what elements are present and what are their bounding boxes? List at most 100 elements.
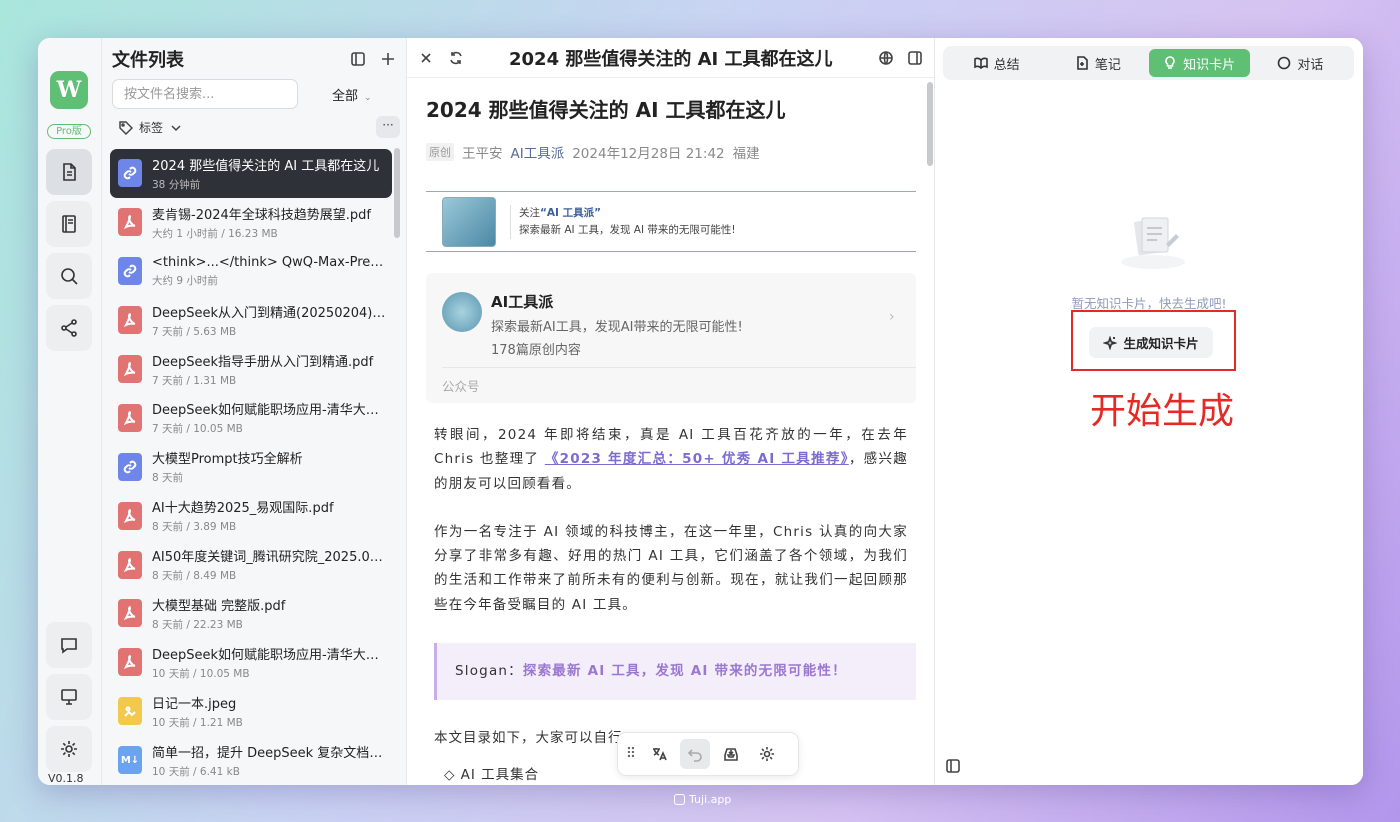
account-card[interactable]: AI工具派 探索最新AI工具，发现AI带来的无限可能性! 178篇原创内容 › … — [426, 273, 916, 403]
file-meta: 7 天前 / 5.63 MB — [152, 325, 237, 338]
file-name: DeepSeek如何赋能职场应用-清华大学.pdf — [152, 647, 387, 663]
filter-dropdown[interactable]: 全部 ⌄ — [332, 85, 372, 104]
file-item[interactable]: <think>...</think> QwQ-Max-Preview | Q..… — [110, 247, 392, 296]
document-scrollbar[interactable] — [927, 82, 933, 166]
file-item[interactable]: 大模型Prompt技巧全解析 8 天前 — [110, 442, 392, 491]
add-file-button[interactable] — [376, 47, 400, 71]
original-tag: 原创 — [426, 143, 454, 161]
file-info: 日记一本.jpeg 10 天前 / 1.21 MB — [152, 693, 387, 730]
file-item[interactable]: AI50年度关键词_腾讯研究院_2025.01.pdf 8 天前 / 8.49 M… — [110, 540, 392, 589]
app-window: W Pro版 V0.1.8 文件列表 按文件名搜索... 全部 ⌄ 标签 ···… — [38, 38, 1363, 785]
pdf-icon — [118, 550, 142, 579]
refresh-button[interactable] — [444, 46, 468, 70]
file-meta: 8 天前 — [152, 472, 184, 485]
floating-toolbar: ⠿ — [617, 732, 799, 776]
chat-icon — [1278, 56, 1291, 70]
file-meta: 38 分钟前 — [152, 178, 201, 191]
article: 2024 那些值得关注的 AI 工具都在这儿 原创 王平安 AI工具派 2024… — [426, 94, 916, 783]
inbox-download-icon — [724, 748, 738, 761]
file-info: AI十大趋势2025_易观国际.pdf 8 天前 / 3.89 MB — [152, 497, 387, 534]
file-name: AI50年度关键词_腾讯研究院_2025.01.pdf — [152, 550, 387, 566]
pdf-icon — [118, 355, 142, 383]
article-title: 2024 那些值得关注的 AI 工具都在这儿 — [426, 98, 786, 122]
banner-name: “AI 工具派” — [540, 206, 601, 219]
rail-monitor-button[interactable] — [46, 674, 92, 720]
rail-chat-button[interactable] — [46, 622, 92, 668]
collapse-panel-button[interactable] — [945, 758, 961, 774]
tags-filter[interactable]: 标签 — [119, 119, 183, 136]
file-list: 2024 那些值得关注的 AI 工具都在这儿 38 分钟前 麦肯锡-2024年全球科… — [110, 149, 392, 785]
drag-handle-icon[interactable]: ⠿ — [624, 746, 638, 762]
rail-share-button[interactable] — [46, 305, 92, 351]
file-item[interactable]: 2024 那些值得关注的 AI 工具都在这儿 38 分钟前 — [110, 149, 392, 198]
file-item[interactable]: M↓ 简单一招，提升 DeepSeek 复杂文档处理能力.md 10 天前 / 6.… — [110, 736, 392, 785]
tab-chat[interactable]: 对话 — [1250, 49, 1351, 77]
file-info: DeepSeek如何赋能职场应用-清华大学.pdf 10 天前 / 10.05 M… — [152, 644, 387, 681]
tab-knowledge-cards-label: 知识卡片 — [1183, 57, 1236, 73]
account-link[interactable]: AI工具派 — [511, 142, 565, 162]
file-item[interactable]: AI十大趋势2025_易观国际.pdf 8 天前 / 3.89 MB — [110, 491, 392, 540]
tab-summary[interactable]: 总结 — [946, 49, 1047, 77]
rail-library-button[interactable] — [46, 201, 92, 247]
open-in-browser-button[interactable] — [874, 46, 898, 70]
banner-slogan: 探索最新 AI 工具，发现 AI 带来的无限可能性! — [519, 223, 736, 236]
toolbar-settings-button[interactable] — [752, 739, 782, 769]
close-document-button[interactable] — [414, 46, 438, 70]
pdf-icon — [118, 306, 142, 335]
file-info: 简单一招，提升 DeepSeek 复杂文档处理能力.md 10 天前 / 6.41… — [152, 742, 387, 779]
tab-notes[interactable]: 笔记 — [1047, 49, 1148, 77]
file-info: DeepSeek如何赋能职场应用-清华大学.pdf 7 天前 / 10.05 MB — [152, 399, 387, 436]
toggle-sidebar-button[interactable] — [346, 47, 370, 71]
document-toolbar: 2024 那些值得关注的 AI 工具都在这儿 — [407, 38, 934, 78]
tab-knowledge-cards[interactable]: 知识卡片 — [1148, 49, 1250, 77]
file-name: 简单一招，提升 DeepSeek 复杂文档处理能力.md — [152, 745, 387, 761]
file-list-panel: 文件列表 全部 ⌄ 标签 ··· 2024 那些值得关注的 AI 工具都在这儿 38… — [102, 38, 407, 785]
file-name: 麦肯锡-2024年全球科技趋势展望.pdf — [152, 207, 371, 223]
app-logo: W — [50, 71, 88, 109]
file-list-scrollbar[interactable] — [394, 148, 400, 238]
file-meta: 8 天前 / 3.89 MB — [152, 521, 237, 534]
pdf-icon — [118, 599, 142, 628]
more-options-button[interactable]: ··· — [376, 116, 400, 138]
file-meta: 7 天前 / 10.05 MB — [152, 423, 243, 436]
file-item[interactable]: DeepSeek从入门到精通(20250204).pdf 7 天前 / 5.63 … — [110, 296, 392, 345]
slogan-quote: Slogan：探索最新 AI 工具，发现 AI 带来的无限可能性！ — [434, 643, 916, 701]
file-info: AI50年度关键词_腾讯研究院_2025.01.pdf 8 天前 / 8.49 M… — [152, 546, 387, 583]
file-item[interactable]: DeepSeek如何赋能职场应用-清华大学.pdf 7 天前 / 10.05 MB — [110, 393, 392, 442]
toggle-right-panel-button[interactable] — [903, 46, 927, 70]
file-item[interactable]: 大模型基础 完整版.pdf 8 天前 / 22.23 MB — [110, 589, 392, 638]
rail-search-button[interactable] — [46, 253, 92, 299]
rail-settings-button[interactable] — [46, 726, 92, 772]
file-item[interactable]: 麦肯锡-2024年全球科技趋势展望.pdf 大约 1 小时前 / 16.23 MB — [110, 198, 392, 247]
book-icon — [62, 215, 76, 233]
file-name: 大模型基础 完整版.pdf — [152, 598, 286, 614]
sidebar-icon — [351, 52, 365, 66]
file-meta: 大约 1 小时前 / 16.23 MB — [152, 227, 278, 240]
undo-button[interactable] — [680, 739, 710, 769]
watermark-text: Tuji.app — [689, 793, 732, 806]
pdf-icon — [118, 648, 142, 677]
file-name: AI十大趋势2025_易观国际.pdf — [152, 501, 334, 517]
chevron-right-icon: › — [889, 309, 895, 325]
pro-badge: Pro版 — [47, 124, 91, 139]
translate-button[interactable] — [644, 739, 674, 769]
article-2023-link[interactable]: 《2023 年度汇总：50+ 优秀 AI 工具推荐》 — [545, 451, 849, 467]
file-item[interactable]: DeepSeek如何赋能职场应用-清华大学.pdf 10 天前 / 10.05 M… — [110, 638, 392, 687]
file-item[interactable]: DeepSeek指导手册从入门到精通.pdf 7 天前 / 1.31 MB — [110, 345, 392, 394]
banner-text: 关注“AI 工具派” 探索最新 AI 工具，发现 AI 带来的无限可能性! — [510, 204, 736, 239]
tab-notes-label: 笔记 — [1094, 57, 1121, 73]
file-meta: 10 天前 / 1.21 MB — [152, 716, 243, 729]
file-meta: 10 天前 / 10.05 MB — [152, 667, 250, 680]
quote-text: 探索最新 AI 工具，发现 AI 带来的无限可能性！ — [522, 663, 847, 680]
article-meta: 原创 王平安 AI工具派 2024年12月28日 21:42 福建 — [426, 142, 916, 162]
file-search-input[interactable] — [112, 79, 298, 109]
file-item[interactable]: 日记一本.jpeg 10 天前 / 1.21 MB — [110, 687, 392, 736]
pdf-icon — [118, 501, 142, 530]
watermark-icon — [674, 794, 685, 805]
monitor-icon — [61, 689, 77, 705]
rail-documents-button[interactable] — [46, 149, 92, 195]
banner-follow: 关注 — [519, 206, 540, 219]
markdown-icon: M↓ — [118, 746, 142, 775]
save-button[interactable] — [716, 739, 746, 769]
account-type: 公众号 — [442, 379, 480, 394]
